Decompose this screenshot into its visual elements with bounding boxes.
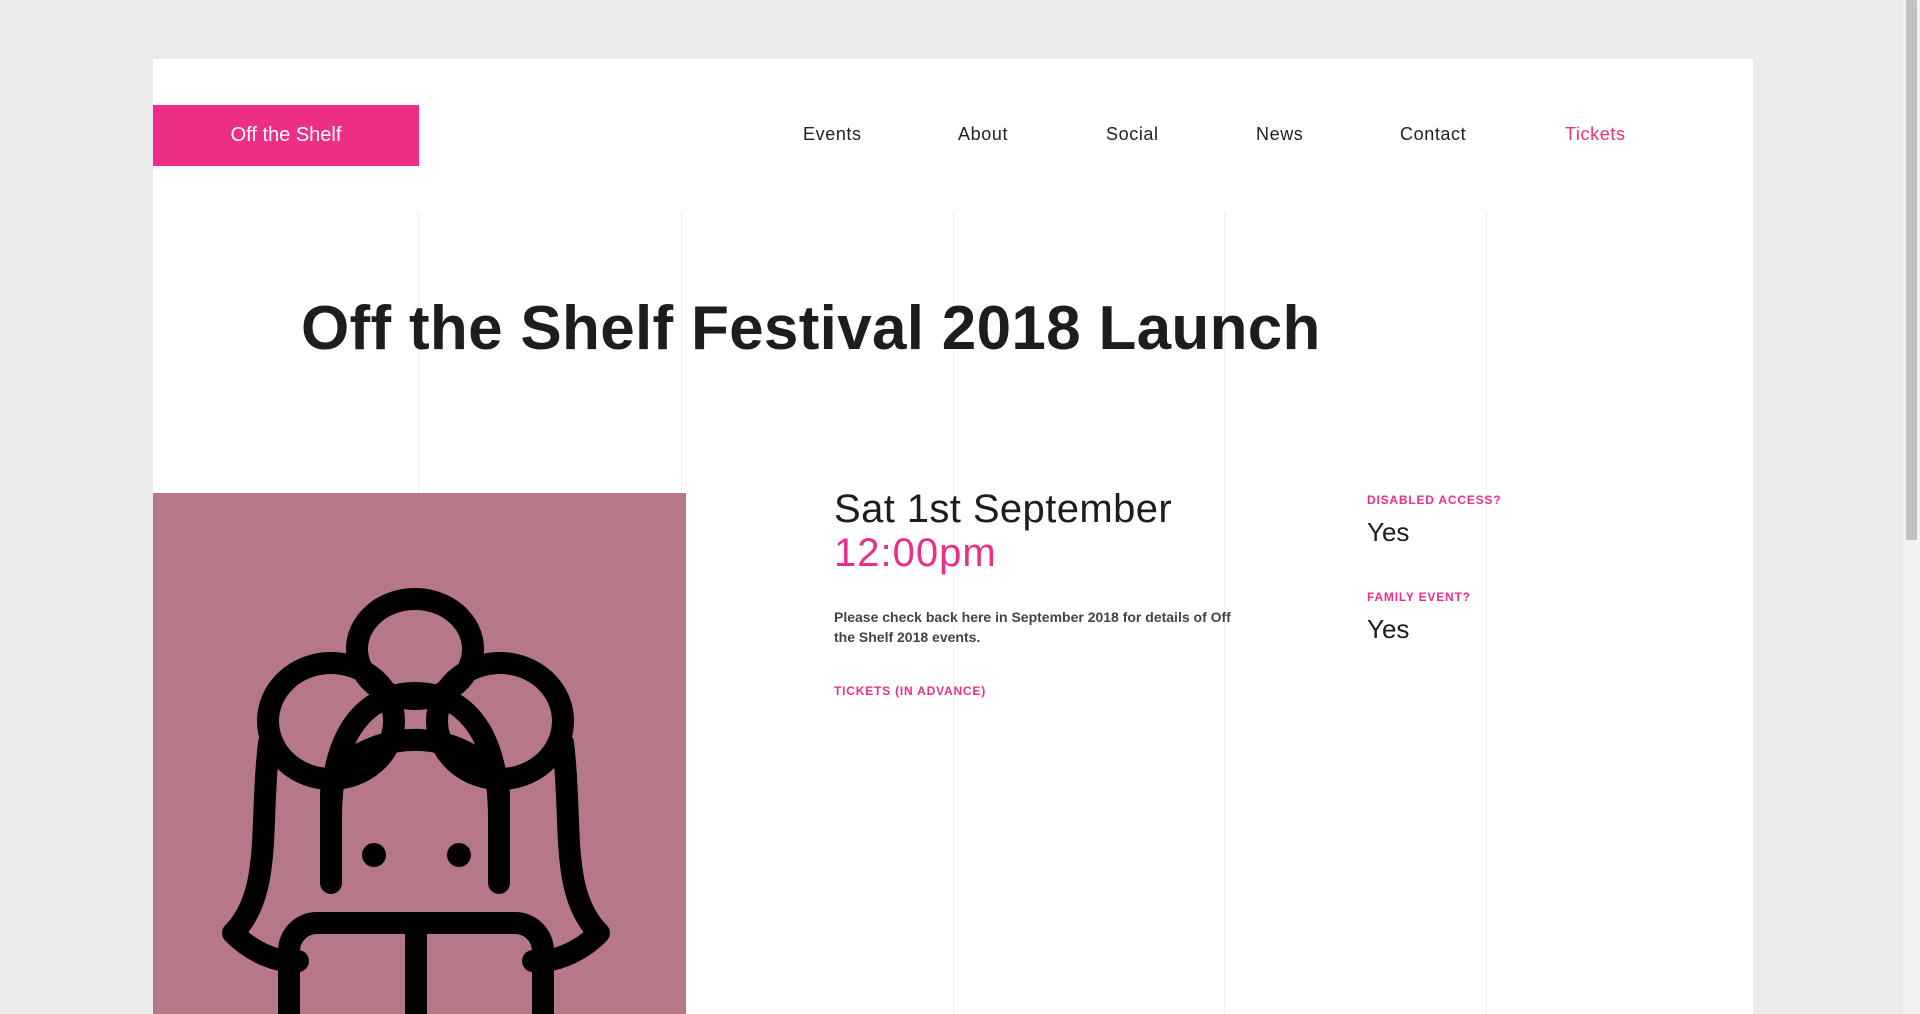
family-event-label: FAMILY EVENT? (1367, 590, 1471, 604)
nav-item-news[interactable]: News (1256, 124, 1303, 145)
disabled-access-value: Yes (1367, 517, 1410, 547)
nav-item-events[interactable]: Events (803, 124, 862, 145)
event-date: Sat 1st September (834, 487, 1173, 531)
event-time: 12:00pm (834, 531, 997, 575)
page-container: Off the Shelf Events About Social News C… (153, 59, 1753, 1014)
event-image (153, 493, 686, 1014)
grid-line (1486, 212, 1487, 1014)
disabled-access-label: DISABLED ACCESS? (1367, 493, 1502, 507)
tickets-in-advance-link[interactable]: TICKETS (IN ADVANCE) (834, 684, 986, 698)
scrollbar-thumb[interactable] (1906, 0, 1917, 540)
page-title: Off the Shelf Festival 2018 Launch (301, 294, 1321, 363)
page-scrollbar[interactable] (1903, 0, 1920, 1014)
nav-item-contact[interactable]: Contact (1400, 124, 1466, 145)
reading-person-icon (222, 588, 610, 1014)
main-nav: Events About Social News Contact Tickets (153, 124, 1753, 148)
event-description: Please check back here in September 2018… (834, 609, 1231, 645)
nav-item-about[interactable]: About (958, 124, 1008, 145)
nav-item-social[interactable]: Social (1106, 124, 1159, 145)
nav-item-tickets[interactable]: Tickets (1565, 124, 1626, 145)
family-event-value: Yes (1367, 614, 1410, 644)
